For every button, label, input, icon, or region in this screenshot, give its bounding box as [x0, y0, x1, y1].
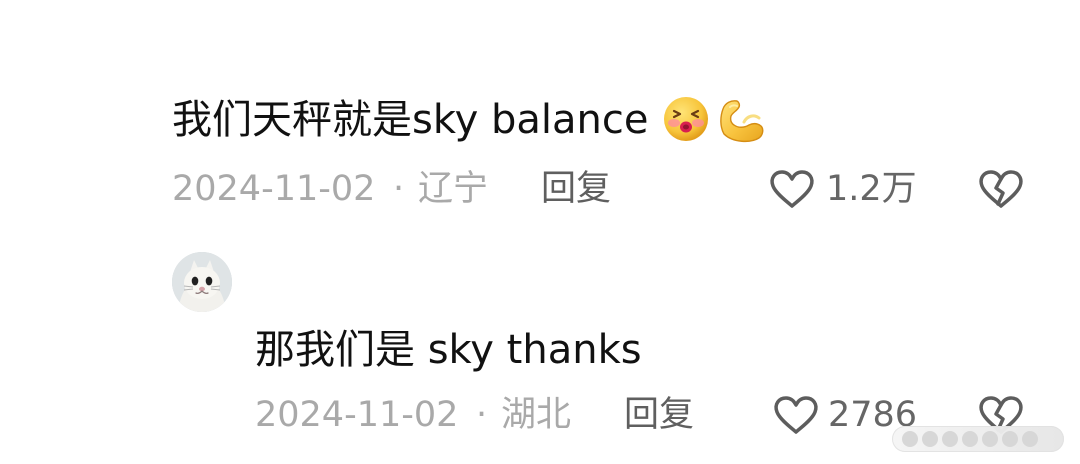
- broken-heart-icon[interactable]: [977, 168, 1025, 210]
- cat-avatar[interactable]: [172, 252, 232, 312]
- comment-location: 辽宁: [418, 169, 489, 209]
- kiss-face-icon: [664, 97, 708, 141]
- heart-icon[interactable]: [768, 168, 816, 210]
- reply-button[interactable]: 回复: [541, 172, 611, 207]
- comment-text: 那我们是 sky thanks: [255, 327, 642, 373]
- reply-button[interactable]: 回复: [624, 398, 694, 433]
- comment-location: 湖北: [501, 395, 572, 435]
- meta-separator: ·: [476, 395, 488, 435]
- watermark-badge: [892, 426, 1064, 452]
- cat-face-icon: [172, 252, 232, 312]
- flexed-biceps-icon: [720, 100, 764, 143]
- heart-icon[interactable]: [772, 394, 820, 436]
- meta-separator: ·: [393, 169, 405, 209]
- like-count: 1.2万: [826, 169, 917, 209]
- comment-text: 我们天秤就是sky balance: [172, 97, 649, 143]
- comment-date: 2024-11-02: [172, 169, 376, 209]
- comment-date: 2024-11-02: [255, 395, 459, 435]
